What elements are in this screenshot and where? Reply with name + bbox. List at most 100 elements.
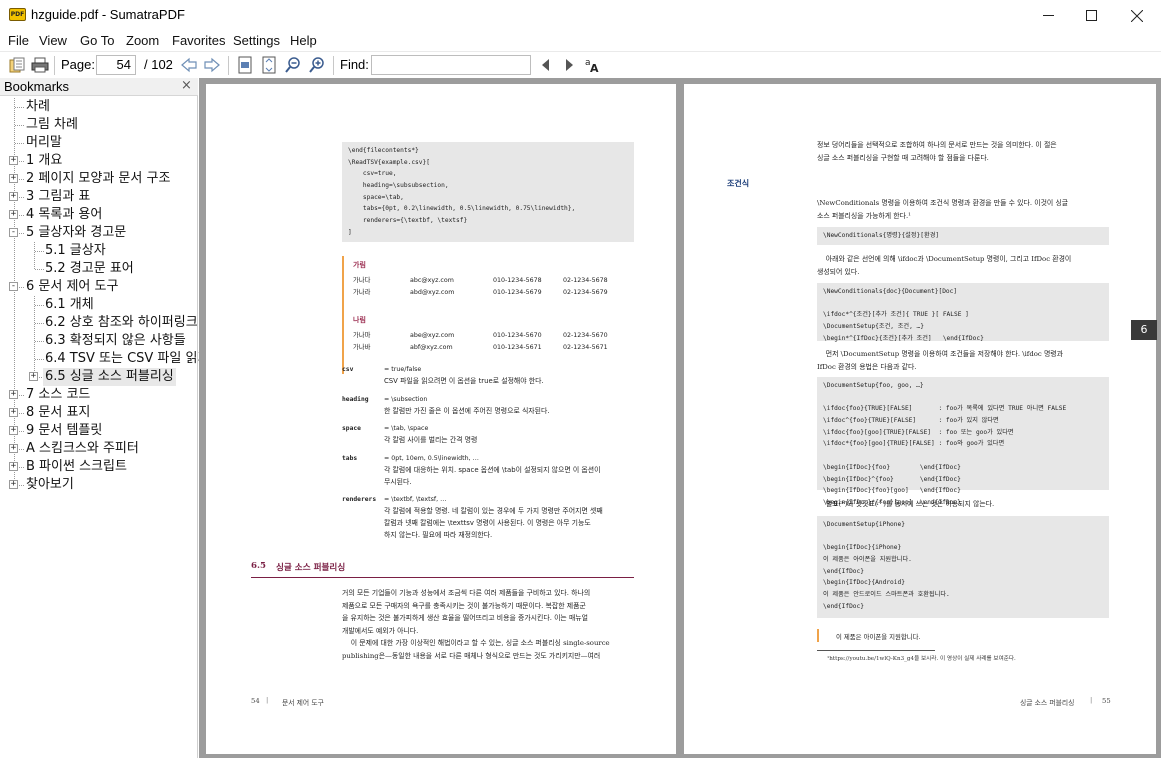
menu-goto[interactable]: Go To bbox=[80, 33, 114, 48]
fit-width-icon[interactable] bbox=[236, 56, 254, 74]
option-description: 한 칼럼만 가진 줄은 이 옵션에 주어진 명령으로 식자된다. bbox=[384, 406, 550, 415]
code-line: \end{filecontents*} bbox=[348, 147, 419, 154]
expand-icon[interactable]: + bbox=[9, 426, 18, 435]
find-prev-icon[interactable] bbox=[537, 56, 555, 74]
table-cell: 02-1234-5678 bbox=[563, 277, 608, 284]
document-canvas[interactable]: \end{filecontents*} \ReadTSV{example.csv}… bbox=[199, 78, 1161, 758]
bookmark-item[interactable]: 6.2 상호 참조와 하이퍼링크 bbox=[43, 314, 200, 332]
expand-icon[interactable]: + bbox=[9, 174, 18, 183]
bookmark-item[interactable]: 6.5 싱글 소스 퍼블리싱 bbox=[43, 368, 176, 386]
code-line: \begin{IfDoc}{iPhone} bbox=[823, 544, 902, 552]
bookmark-item[interactable]: 그림 차례 bbox=[24, 116, 80, 134]
bookmark-item[interactable]: 1 개요 bbox=[24, 152, 64, 170]
find-next-icon[interactable] bbox=[560, 56, 578, 74]
code-line: \DocumentSetup{조건, 조건, …} bbox=[823, 323, 924, 331]
footer-page-number: 55 bbox=[1102, 697, 1111, 705]
footnote-rule bbox=[817, 650, 935, 651]
result-bar bbox=[817, 629, 819, 642]
fit-page-icon[interactable] bbox=[260, 56, 278, 74]
bookmark-item[interactable]: 머리말 bbox=[24, 134, 64, 152]
menu-view[interactable]: View bbox=[39, 33, 67, 48]
expand-icon[interactable]: + bbox=[9, 480, 18, 489]
close-button[interactable] bbox=[1114, 0, 1160, 31]
footer-title: 싱글 소스 퍼블리싱 bbox=[1020, 699, 1075, 707]
maximize-button[interactable] bbox=[1068, 0, 1114, 31]
bookmark-item[interactable]: 3 그림과 표 bbox=[24, 188, 92, 206]
footer-page-number: 54 bbox=[251, 697, 260, 705]
bookmark-item[interactable]: 9 문서 템플릿 bbox=[24, 422, 104, 440]
code-line: \begin{IfDoc}{Android} bbox=[823, 579, 905, 587]
table-cell: 가나바 bbox=[353, 343, 371, 351]
bookmark-item[interactable]: 5.2 경고문 표어 bbox=[43, 260, 136, 278]
page-number-input[interactable]: 54 bbox=[96, 55, 136, 75]
bookmark-item[interactable]: 7 소스 코드 bbox=[24, 386, 92, 404]
section-number: 6.5 bbox=[251, 561, 266, 571]
expand-icon[interactable]: + bbox=[9, 408, 18, 417]
text-line: IfDoc 환경의 용법은 다음과 같다. bbox=[817, 362, 917, 371]
option-value: = \textbf, \textsf, … bbox=[384, 496, 447, 503]
toolbar-separator bbox=[228, 56, 229, 75]
expand-icon[interactable]: + bbox=[9, 156, 18, 165]
expand-icon[interactable]: + bbox=[9, 192, 18, 201]
code-line: \begin{IfDoc}{foo} \end{IfDoc} bbox=[823, 463, 961, 471]
bookmarks-sidebar: Bookmarks × 차례 그림 차례 머리말 +1 개요 +2 페이지 모양과 문서… bbox=[0, 78, 209, 758]
option-value: = 0pt, 10em, 0.5\linewidth, … bbox=[384, 455, 479, 462]
group-heading: 나림 bbox=[353, 316, 366, 324]
bookmark-item[interactable]: 2 페이지 모양과 문서 구조 bbox=[24, 170, 172, 188]
collapse-icon[interactable]: - bbox=[9, 282, 18, 291]
footer-title: 문서 제어 도구 bbox=[282, 699, 324, 707]
bookmark-item[interactable]: 6.4 TSV 또는 CSV 파일 읽기 bbox=[43, 350, 211, 368]
table-cell: abd@xyz.com bbox=[410, 288, 455, 296]
minimize-button[interactable] bbox=[1025, 0, 1071, 31]
bookmark-item[interactable]: 차례 bbox=[24, 98, 52, 116]
table-cell: 가나마 bbox=[353, 332, 371, 339]
find-label: Find: bbox=[340, 57, 369, 72]
menu-help[interactable]: Help bbox=[290, 33, 317, 48]
menu-file[interactable]: File bbox=[8, 33, 29, 48]
code-line: \ifdoc*^{조건}[추가 조건]{ TRUE }[ FALSE ] bbox=[823, 311, 969, 319]
table-cell: 010-1234-5670 bbox=[493, 332, 542, 339]
find-input[interactable] bbox=[371, 55, 531, 75]
expand-icon[interactable]: + bbox=[9, 444, 18, 453]
bookmark-item[interactable]: A 스킴크스와 주피터 bbox=[24, 440, 141, 458]
menu-favorites[interactable]: Favorites bbox=[172, 33, 225, 48]
prev-page-icon[interactable] bbox=[180, 56, 198, 74]
match-case-icon[interactable]: a A bbox=[584, 56, 602, 74]
next-page-icon[interactable] bbox=[203, 56, 221, 74]
sidebar-close-icon[interactable]: × bbox=[181, 78, 192, 93]
zoom-out-icon[interactable] bbox=[284, 56, 302, 74]
bookmark-item[interactable]: B 파이썬 스크립트 bbox=[24, 458, 129, 476]
bookmark-item[interactable]: 6.3 확정되지 않은 사항들 bbox=[43, 332, 188, 350]
bookmark-item[interactable]: 5 글상자와 경고문 bbox=[24, 224, 128, 242]
table-cell: 010-1234-5678 bbox=[493, 277, 542, 284]
code-line: space=\tab, bbox=[348, 193, 404, 201]
close-icon bbox=[1131, 9, 1143, 22]
expand-icon[interactable]: + bbox=[9, 210, 18, 219]
minimize-icon bbox=[1042, 15, 1054, 16]
zoom-in-icon[interactable] bbox=[308, 56, 326, 74]
bookmark-item[interactable]: 6.1 개체 bbox=[43, 296, 96, 314]
print-icon[interactable] bbox=[31, 56, 49, 74]
bookmark-item[interactable]: 6 문서 제어 도구 bbox=[24, 278, 120, 296]
bookmark-item[interactable]: 찾아보기 bbox=[24, 476, 76, 494]
expand-icon[interactable]: + bbox=[29, 372, 38, 381]
table-cell: abc@xyz.com bbox=[410, 277, 454, 284]
bookmark-item[interactable]: 5.1 글상자 bbox=[43, 242, 108, 260]
code-line: renderers={\textbf, \textsf} bbox=[348, 217, 468, 225]
option-description: CSV 파일을 읽으려면 이 옵션을 true로 설정해야 한다. bbox=[384, 376, 544, 385]
collapse-icon[interactable]: - bbox=[9, 228, 18, 237]
menu-zoom[interactable]: Zoom bbox=[126, 33, 159, 48]
expand-icon[interactable]: + bbox=[9, 390, 18, 399]
bookmark-item[interactable]: 4 목록과 용어 bbox=[24, 206, 104, 224]
text-line: 먼저 \DocumentSetup 명령을 이용하여 조건들을 저장해야 한다.… bbox=[817, 350, 1063, 358]
open-folder-icon[interactable] bbox=[8, 56, 26, 74]
menu-settings[interactable]: Settings bbox=[233, 33, 280, 48]
bookmark-item[interactable]: 8 문서 표지 bbox=[24, 404, 92, 422]
text-line: 거의 모든 기업들이 기능과 성능에서 조금씩 다른 여러 제품들을 구비하고 … bbox=[342, 589, 591, 597]
table-cell: 가나다 bbox=[353, 277, 371, 284]
expand-icon[interactable]: + bbox=[9, 462, 18, 471]
option-key: heading bbox=[342, 396, 369, 403]
code-line: \ifdoc*{foo}[goo]{TRUE}[FALSE] : foo와 go… bbox=[823, 440, 1005, 448]
